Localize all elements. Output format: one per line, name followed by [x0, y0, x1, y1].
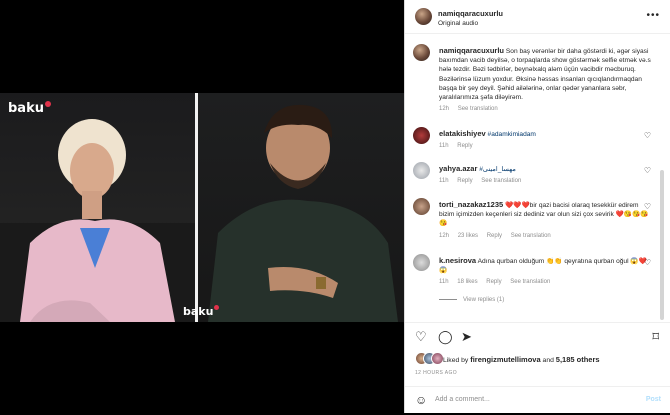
post-comment-button[interactable]: Post [646, 396, 661, 403]
likes-summary: Liked by firengizmutellimova and 5,185 o… [443, 355, 600, 364]
comment-see-translation[interactable]: See translation [481, 178, 521, 184]
caption-see-translation[interactable]: See translation [458, 106, 498, 112]
commenter-avatar[interactable] [413, 127, 430, 144]
comment-reply[interactable]: Reply [486, 279, 501, 285]
emoji-icon[interactable]: ☺ [415, 393, 427, 407]
brand-logo-top: baku [8, 101, 51, 116]
audio-label[interactable]: Original audio [438, 20, 478, 27]
post-header: namiqqaracuxurlu Original audio ••• [405, 0, 670, 34]
comment-see-translation[interactable]: See translation [510, 279, 550, 285]
post-panel: namiqqaracuxurlu Original audio ••• nami… [404, 0, 670, 413]
liked-by-user[interactable]: firengizmutellimova [470, 355, 540, 364]
replies-line [439, 298, 457, 300]
commenter-avatar[interactable] [413, 198, 430, 215]
bookmark-icon[interactable]: ⌑ [652, 329, 659, 345]
caption-time[interactable]: 12h [439, 106, 449, 112]
comment-time[interactable]: 11h [439, 279, 449, 285]
caption-avatar[interactable] [413, 44, 430, 61]
video-frame-left: baku [0, 93, 195, 322]
caption-text: Son baş verənlər bir daha göstərdi ki, ə… [439, 48, 651, 102]
post-time[interactable]: 12 HOURS AGO [415, 370, 457, 376]
author-avatar[interactable] [415, 8, 432, 25]
comment-icon[interactable]: ◯ [438, 329, 453, 345]
liked-by-label: Liked by [443, 357, 469, 364]
commenter-avatar[interactable] [413, 254, 430, 271]
comment-input[interactable]: Add a comment... [435, 396, 490, 403]
comment-reply[interactable]: Reply [457, 143, 472, 149]
like-heart-icon[interactable]: ♡ [644, 202, 651, 211]
comment-reply[interactable]: Reply [457, 178, 472, 184]
likes-others[interactable]: 5,185 others [556, 355, 600, 364]
comment-text[interactable]: #مهسا_امینی [479, 166, 516, 173]
view-replies-button[interactable]: View replies (1) [463, 297, 504, 303]
caption-username[interactable]: namiqqaracuxurlu [439, 46, 504, 55]
like-heart-icon[interactable]: ♡ [415, 329, 427, 345]
comment-likes[interactable]: 23 likes [458, 233, 478, 239]
comment-reply[interactable]: Reply [487, 233, 502, 239]
video-player[interactable]: baku baku [0, 0, 404, 413]
comment-time[interactable]: 11h [439, 178, 449, 184]
comment-username[interactable]: elatakishiyev [439, 129, 486, 138]
video-frame-right [198, 93, 404, 322]
brand-logo-bottom: baku [183, 305, 220, 318]
like-heart-icon[interactable]: ♡ [644, 258, 651, 267]
comment-see-translation[interactable]: See translation [511, 233, 551, 239]
comment-username[interactable]: k.nesirova [439, 256, 476, 265]
comments-list: namiqqaracuxurlu Son baş verənlər bir da… [405, 34, 670, 322]
guest-figure [208, 104, 398, 322]
post-actions: ♡ ◯ ➤ ⌑ Liked by firengizmutellimova and… [405, 322, 670, 414]
comment-likes[interactable]: 18 likes [457, 279, 477, 285]
likes-and-label: and [542, 357, 554, 364]
like-heart-icon[interactable]: ♡ [644, 131, 651, 140]
commenter-avatar[interactable] [413, 162, 430, 179]
share-icon[interactable]: ➤ [461, 329, 472, 345]
comment-text[interactable]: #adamkimiadam [488, 131, 536, 138]
comment-username[interactable]: torti_nazakaz1235 [439, 200, 503, 209]
comment-time[interactable]: 12h [439, 233, 449, 239]
more-options-icon[interactable]: ••• [646, 10, 660, 21]
comments-scrollbar[interactable] [660, 170, 664, 320]
comment-time[interactable]: 11h [439, 143, 449, 149]
add-comment-bar: ☺ Add a comment... Post [405, 386, 670, 415]
presenter-figure [0, 119, 195, 322]
comment-username[interactable]: yahya.azar [439, 164, 477, 173]
like-heart-icon[interactable]: ♡ [644, 166, 651, 175]
author-username[interactable]: namiqqaracuxurlu [438, 9, 503, 18]
